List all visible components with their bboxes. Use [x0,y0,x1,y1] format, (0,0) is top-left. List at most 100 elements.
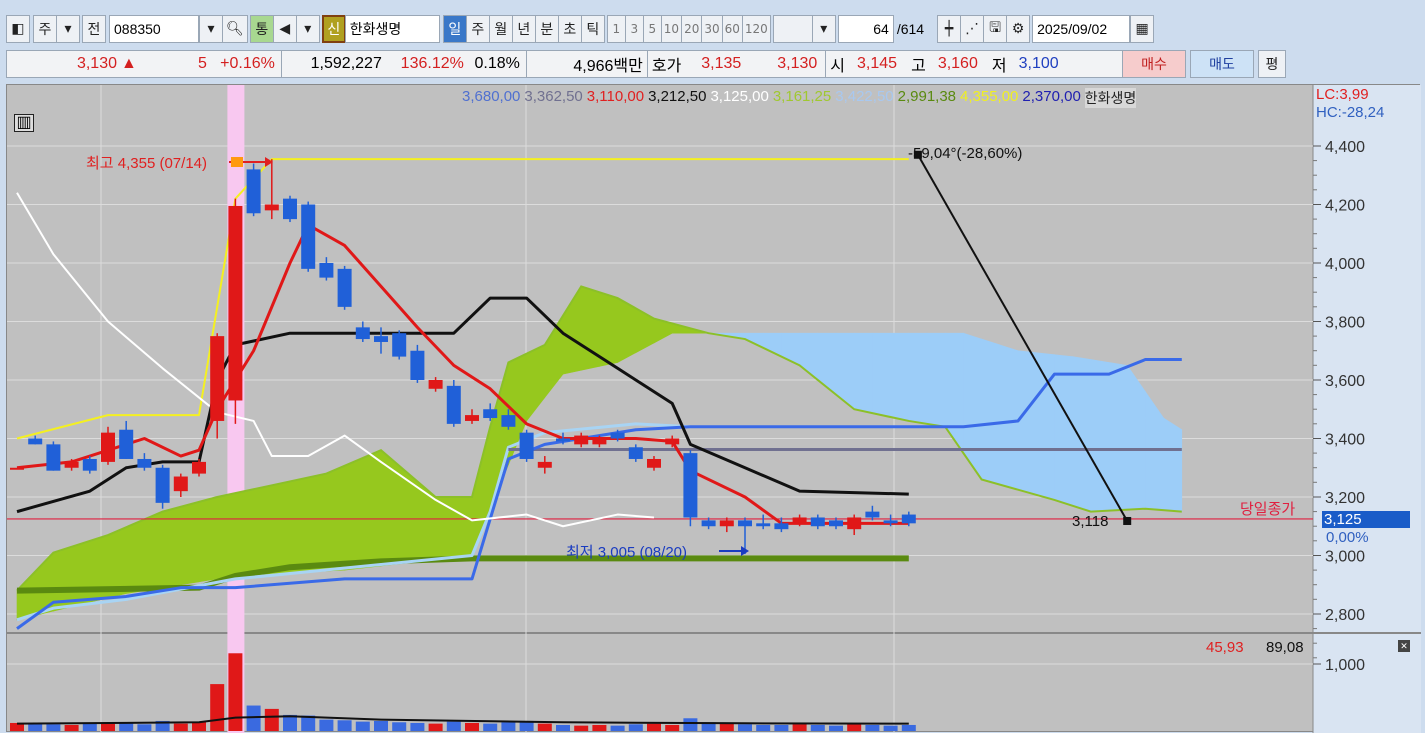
table-icon[interactable]: ▥ [14,114,34,132]
ichimoku-cloud [253,484,273,576]
prev-button[interactable]: 전 [82,15,106,43]
volume-bar [319,719,334,731]
candle-body [355,327,370,340]
trendline-label: -59,04°(-28,60%) [908,145,1023,162]
candle-body [137,458,152,468]
max-line [16,158,909,440]
chevron-down-icon[interactable]: ▾ [295,15,320,43]
date-input[interactable]: 2025/09/02 [1032,15,1131,43]
volume-bar [574,725,589,731]
current-price: 3,130 [76,55,117,72]
price-chart[interactable]: 4,400 4,200 4,000 3,800 3,600 3,400 3,200 3,000… [6,84,1421,733]
search-icon[interactable]: 🔍︎ [222,15,248,43]
interval-button[interactable]: 20 [681,15,703,43]
candle-add-icon[interactable]: ┿ [937,15,962,43]
volume-bar [119,722,134,731]
candle-body [556,438,570,442]
ichimoku-cloud [271,481,291,575]
chart-canvas: 4,400 4,200 4,000 3,800 3,600 3,400 3,200 3,000… [7,85,1421,733]
quote-bar: 3,130 ▲ 5 +0.16% 1,592,227 136.12% 0.18%… [6,50,1136,78]
ichimoku-cloud [435,496,455,561]
candle-body [101,432,115,462]
chevron-down-icon[interactable]: ▾ [199,15,223,43]
layout-icon[interactable]: ◧ [6,15,30,43]
interval-button[interactable]: 5 [642,15,662,43]
legend-value: 3,212,50 [648,88,707,105]
candle-body [465,415,479,421]
ichimoku-cloud [235,488,254,577]
interval-button[interactable]: 1 [606,15,626,43]
tong-button[interactable]: 통 [249,15,274,43]
calendar-icon[interactable]: ▦ [1130,15,1155,43]
market-select[interactable]: 주 [33,15,57,43]
candle-body [173,476,188,492]
volume-bar [46,724,61,731]
volume-bar [374,720,388,731]
hc-label: HC:-28,24 [1316,104,1385,121]
price-axis [1313,85,1421,733]
speaker-icon[interactable]: ◀ [272,15,297,43]
interval-button[interactable]: 3 [624,15,644,43]
volume-ratio: 136.12% [400,55,464,72]
period-tab[interactable]: 년 [511,15,536,43]
price-tick-label: 3,000 [1325,549,1365,566]
legend-value: 3,125,00 [710,88,769,105]
indicator-legend: 3,680,00 3,362,50 3,110,00 3,212,50 3,125,00… [462,88,1137,108]
candle-body [883,520,898,524]
volume: 1,592,227 [310,55,382,72]
volume-legend-2: 89,08 [1266,639,1304,656]
price-tick-label: 4,400 [1325,139,1365,156]
period-tab[interactable]: 분 [534,15,559,43]
volume-bar [883,725,898,731]
price-tick-label: 3,800 [1325,315,1365,332]
legend-value: 4,355,00 [960,88,1019,105]
gear-icon[interactable]: ⚙ [1006,15,1031,43]
candle-body [283,198,297,220]
period-tab[interactable]: 일 [442,15,467,43]
candle-body [46,444,61,471]
buy-button[interactable]: 매수 [1122,50,1186,78]
ichimoku-cloud [144,511,163,591]
ichimoku-cloud [526,344,546,422]
volume-tick-label: 1,000 [1325,657,1365,674]
period-tab[interactable]: 초 [557,15,582,43]
amount: 4,966백만 [573,58,643,75]
ichimoku-cloud [1017,350,1037,496]
candle-body [738,520,752,527]
volume-bar [756,724,771,731]
stock-name-field[interactable]: 한화생명 [344,15,440,43]
count-input[interactable]: 64 [837,15,894,43]
avg-button[interactable]: 평 [1258,50,1286,78]
sin-button[interactable]: 신 [321,15,346,43]
chevron-down-icon[interactable]: ▾ [56,15,80,43]
high-price: 3,160 [937,55,978,72]
candle-body [228,205,243,401]
ichimoku-cloud [307,473,327,573]
interval-button[interactable]: 10 [660,15,683,43]
legend-value: 3,680,00 [462,88,521,105]
custom-interval[interactable] [772,15,813,43]
candle-body [82,458,97,471]
candle-body [719,520,734,527]
interval-button[interactable]: 30 [701,15,723,43]
stock-code-input[interactable]: 088350 [109,15,199,43]
period-tab[interactable]: 주 [465,15,490,43]
interval-button[interactable]: 60 [721,15,743,43]
maximize-icon[interactable]: ✕ [1398,640,1410,652]
candle-body [264,204,279,211]
volume-bar [264,708,279,731]
candle-body [901,514,916,524]
line-add-icon[interactable]: ⋰ [960,15,985,43]
period-tab[interactable]: 월 [488,15,513,43]
change: 5 [197,55,207,72]
period-tab[interactable]: 틱 [580,15,605,43]
volume-bar [228,653,243,731]
save-icon[interactable]: 🖫 [983,15,1008,43]
sell-button[interactable]: 매도 [1190,50,1254,78]
candle-body [701,520,716,527]
volume-bar [355,721,370,731]
interval-button[interactable]: 120 [741,15,771,43]
chevron-down-icon[interactable]: ▾ [811,15,836,43]
ichimoku-cloud [1163,417,1183,512]
volume-bar [865,724,880,731]
